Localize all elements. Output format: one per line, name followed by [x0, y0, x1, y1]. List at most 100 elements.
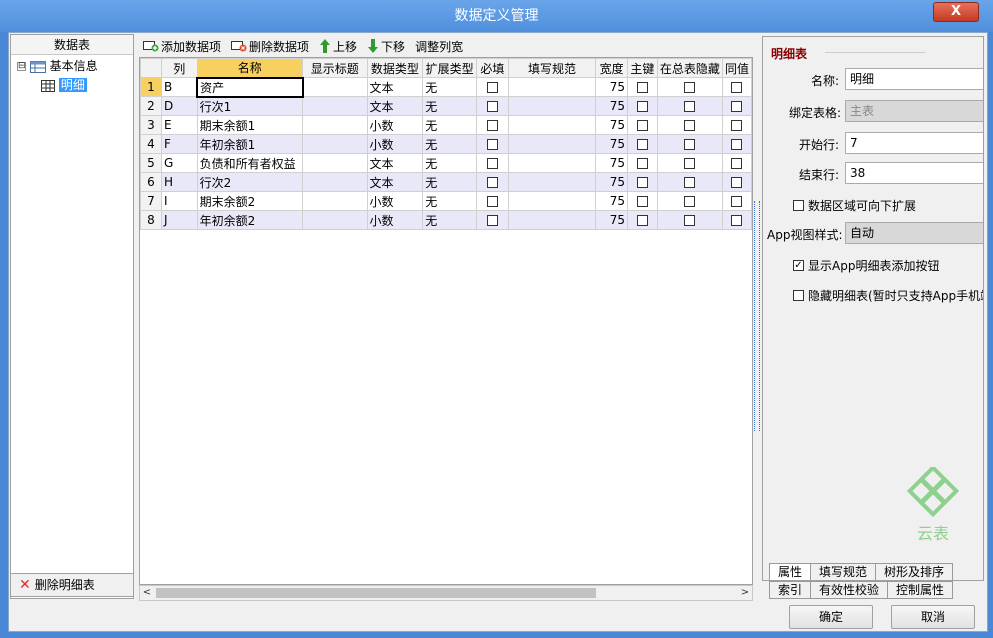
fit-columns-button[interactable]: 调整列宽: [415, 38, 463, 55]
row-number-cell[interactable]: 3: [140, 115, 162, 135]
same-value-cell[interactable]: [721, 210, 752, 230]
fill-rule-cell[interactable]: [507, 77, 597, 97]
name-cell[interactable]: 期末余额1: [196, 115, 304, 135]
name-cell[interactable]: 资产: [196, 76, 304, 98]
tree-item-detail[interactable]: 明细: [41, 76, 87, 94]
checkbox[interactable]: [684, 82, 696, 93]
required-cell[interactable]: [476, 115, 509, 135]
width-cell[interactable]: 75: [595, 210, 628, 230]
close-button[interactable]: X: [933, 2, 979, 22]
expand-down-checkbox[interactable]: [793, 200, 804, 211]
width-cell[interactable]: 75: [595, 153, 628, 173]
primary-key-cell[interactable]: [627, 96, 658, 116]
same-value-cell[interactable]: [721, 77, 752, 97]
checkbox[interactable]: [684, 158, 696, 169]
column-header[interactable]: 在总表隐藏: [656, 58, 723, 78]
same-value-cell[interactable]: [721, 172, 752, 192]
name-cell[interactable]: 行次1: [196, 96, 304, 116]
column-letter-cell[interactable]: J: [160, 210, 198, 230]
checkbox[interactable]: [486, 120, 498, 131]
checkbox[interactable]: [731, 82, 743, 93]
column-header[interactable]: 必填: [476, 58, 509, 78]
display-title-cell[interactable]: [302, 172, 368, 192]
delete-item-button[interactable]: 删除数据项: [231, 38, 309, 55]
scroll-left-icon[interactable]: <: [140, 586, 154, 600]
checkbox[interactable]: [486, 158, 498, 169]
name-cell[interactable]: 负债和所有者权益: [196, 153, 304, 173]
same-value-cell[interactable]: [721, 134, 752, 154]
tree-item-basic-info[interactable]: ⊟ 基本信息: [17, 57, 98, 75]
table-row[interactable]: 2 D 行次1 文本无 75: [140, 96, 752, 116]
checkbox[interactable]: [636, 139, 648, 150]
column-header-active[interactable]: 名称: [196, 58, 304, 78]
show-add-button-checkbox[interactable]: ✓: [793, 260, 804, 271]
required-cell[interactable]: [476, 153, 509, 173]
hide-in-master-cell[interactable]: [656, 191, 723, 211]
same-value-cell[interactable]: [721, 115, 752, 135]
hide-in-master-cell[interactable]: [656, 210, 723, 230]
fill-rule-cell[interactable]: [507, 172, 597, 192]
row-number-cell[interactable]: 4: [140, 134, 162, 154]
width-cell[interactable]: 75: [595, 115, 628, 135]
primary-key-cell[interactable]: [627, 134, 658, 154]
display-title-cell[interactable]: [302, 96, 368, 116]
hide-in-master-cell[interactable]: [656, 134, 723, 154]
row-number-cell[interactable]: 7: [140, 191, 162, 211]
data-items-grid[interactable]: 列 名称 显示标题 数据类型 扩展类型 必填 填写规范 宽度 主键 在总表隐藏 …: [139, 57, 753, 585]
extend-type-cell[interactable]: 无: [422, 172, 478, 192]
end-row-field[interactable]: 38: [845, 162, 983, 184]
column-letter-cell[interactable]: B: [160, 77, 198, 97]
required-cell[interactable]: [476, 172, 509, 192]
hide-detail-checkbox[interactable]: [793, 290, 804, 301]
display-title-cell[interactable]: [302, 210, 368, 230]
column-header[interactable]: 列: [160, 58, 198, 78]
row-number-cell[interactable]: 1: [140, 77, 162, 97]
column-header[interactable]: 扩展类型: [422, 58, 478, 78]
tab-index[interactable]: 索引: [769, 581, 812, 599]
same-value-cell[interactable]: [721, 191, 752, 211]
checkbox[interactable]: [731, 215, 743, 226]
checkbox[interactable]: [486, 101, 498, 112]
checkbox[interactable]: [684, 101, 696, 112]
checkbox[interactable]: [684, 215, 696, 226]
checkbox[interactable]: [684, 196, 696, 207]
table-row[interactable]: 4 F 年初余额1 小数无 75: [140, 134, 752, 154]
checkbox[interactable]: [636, 82, 648, 93]
checkbox[interactable]: [636, 158, 648, 169]
display-title-cell[interactable]: [302, 134, 368, 154]
column-letter-cell[interactable]: G: [160, 153, 198, 173]
table-row[interactable]: 5 G 负债和所有者权益 文本无 75: [140, 153, 752, 173]
hide-in-master-cell[interactable]: [656, 153, 723, 173]
table-row[interactable]: 8 J 年初余额2 小数无 75: [140, 210, 752, 230]
move-up-button[interactable]: 上移: [319, 38, 357, 55]
column-letter-cell[interactable]: I: [160, 191, 198, 211]
column-letter-cell[interactable]: F: [160, 134, 198, 154]
extend-type-cell[interactable]: 无: [422, 115, 478, 135]
checkbox[interactable]: [731, 177, 743, 188]
required-cell[interactable]: [476, 77, 509, 97]
primary-key-cell[interactable]: [627, 77, 658, 97]
checkbox[interactable]: [486, 196, 498, 207]
primary-key-cell[interactable]: [627, 153, 658, 173]
width-cell[interactable]: 75: [595, 134, 628, 154]
checkbox[interactable]: [486, 215, 498, 226]
expand-down-checkbox-row[interactable]: 数据区域可向下扩展: [793, 197, 916, 214]
column-letter-cell[interactable]: H: [160, 172, 198, 192]
data-type-cell[interactable]: 文本: [366, 153, 424, 173]
fill-rule-cell[interactable]: [507, 134, 597, 154]
extend-type-cell[interactable]: 无: [422, 96, 478, 116]
hide-in-master-cell[interactable]: [656, 77, 723, 97]
hide-in-master-cell[interactable]: [656, 115, 723, 135]
checkbox[interactable]: [731, 158, 743, 169]
checkbox[interactable]: [636, 215, 648, 226]
table-row[interactable]: 1 B 资产 文本无 75: [140, 76, 752, 98]
width-cell[interactable]: 75: [595, 77, 628, 97]
name-cell[interactable]: 期末余额2: [196, 191, 304, 211]
tab-validation[interactable]: 有效性校验: [810, 581, 889, 599]
data-type-cell[interactable]: 文本: [366, 96, 424, 116]
scroll-right-icon[interactable]: >: [738, 586, 752, 600]
column-header[interactable]: 填写规范: [507, 58, 597, 78]
corner-cell[interactable]: [140, 58, 162, 78]
required-cell[interactable]: [476, 134, 509, 154]
row-number-cell[interactable]: 5: [140, 153, 162, 173]
